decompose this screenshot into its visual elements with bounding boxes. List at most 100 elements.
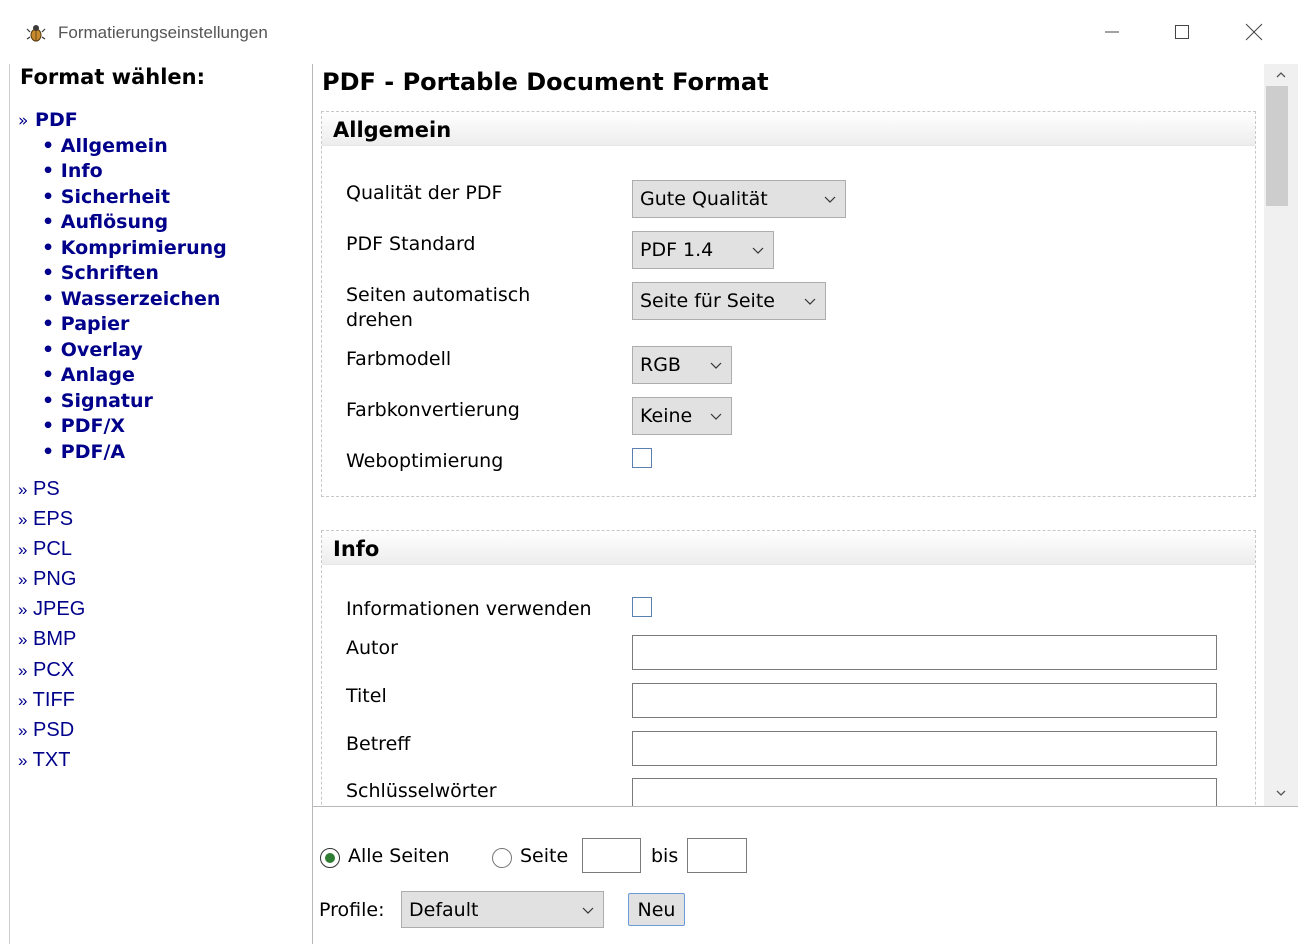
section-title: Info [333,537,380,561]
chevron-down-icon [752,247,764,254]
sidebar-heading: Format wählen: [20,65,205,89]
sidebar-subitem-aufloesung[interactable]: • Auflösung [42,211,168,233]
format-sidebar: Format wählen: » PDF • Allgemein • Info … [10,64,312,944]
rotate-label-line1: Seiten automatisch [346,284,531,306]
raquo-icon: » [18,630,28,649]
sidebar-item-png[interactable]: » PNG [18,568,76,591]
page-range-radio[interactable] [492,848,512,868]
sidebar-item-txt[interactable]: » TXT [18,749,70,772]
select-value: Gute Qualität [640,188,768,210]
color-conv-select[interactable]: Keine [632,397,732,435]
raquo-icon: » [18,111,29,131]
chevron-down-icon [710,362,722,369]
sidebar-item-label: PDF [35,109,78,131]
rotate-select[interactable]: Seite für Seite [632,282,826,320]
page-from-input[interactable] [582,838,641,873]
author-input[interactable] [632,635,1217,670]
section-allgemein: Allgemein Qualität der PDF Gute Qualität… [321,111,1256,497]
use-info-checkbox[interactable] [632,597,652,617]
chevron-down-icon [582,907,594,914]
sidebar-subitem-info[interactable]: • Info [42,160,103,182]
raquo-icon: » [18,691,28,710]
author-label: Autor [346,637,398,659]
color-conv-label: Farbkonvertierung [346,399,520,421]
sidebar-item-ps[interactable]: » PS [18,478,60,501]
bullet-dot-icon: • [42,339,55,361]
sidebar-subitem-allgemein[interactable]: • Allgemein [42,135,168,157]
raquo-icon: » [18,480,28,499]
settings-content[interactable]: PDF - Portable Document Format Allgemein… [313,64,1264,806]
minimize-button[interactable] [1092,12,1132,52]
raquo-icon: » [18,721,28,740]
title-input[interactable] [632,683,1217,718]
select-value: PDF 1.4 [640,239,714,261]
sidebar-subitem-pdfx[interactable]: • PDF/X [42,415,125,437]
scroll-up-button[interactable] [1264,64,1298,86]
sidebar-subitem-signatur[interactable]: • Signatur [42,390,153,412]
page-title: PDF - Portable Document Format [322,68,769,96]
sidebar-subitem-sicherheit[interactable]: • Sicherheit [42,186,170,208]
subject-input[interactable] [632,731,1217,766]
bullet-dot-icon: • [42,390,55,412]
select-value: Default [409,898,479,921]
sidebar-subitem-komprimierung[interactable]: • Komprimierung [42,237,227,259]
standard-label: PDF Standard [346,233,476,255]
chevron-up-icon [1276,72,1286,78]
quality-label: Qualität der PDF [346,182,503,204]
section-info: Info Informationen verwenden Autor Titel… [321,530,1256,806]
scroll-down-button[interactable] [1264,782,1298,804]
rotate-label-line2: drehen [346,309,413,331]
select-value: Keine [640,405,693,427]
sidebar-item-bmp[interactable]: » BMP [18,628,76,651]
page-label: Seite [520,845,569,867]
sidebar-subitem-papier[interactable]: • Papier [42,313,129,335]
sidebar-item-pdf[interactable]: » PDF [18,109,78,131]
profile-label: Profile: [319,899,385,921]
to-label: bis [651,845,679,867]
chevron-down-icon [1276,790,1286,796]
section-title: Allgemein [333,118,452,142]
sidebar-item-pcx[interactable]: » PCX [18,659,74,682]
keywords-input[interactable] [632,778,1217,806]
select-value: Seite für Seite [640,290,775,312]
sidebar-subitem-overlay[interactable]: • Overlay [42,339,143,361]
raquo-icon: » [18,661,28,680]
quality-select[interactable]: Gute Qualität [632,180,846,218]
maximize-icon [1175,25,1189,39]
bullet-dot-icon: • [42,364,55,386]
window-title: Formatierungseinstellungen [58,23,268,42]
maximize-button[interactable] [1162,12,1202,52]
bullet-dot-icon: • [42,211,55,233]
sidebar-item-tiff[interactable]: » TIFF [18,689,75,712]
sidebar-subitem-anlage[interactable]: • Anlage [42,364,135,386]
raquo-icon: » [18,600,28,619]
close-button[interactable] [1234,12,1274,52]
bullet-dot-icon: • [42,160,55,182]
page-to-input[interactable] [687,838,747,873]
bullet-dot-icon: • [42,186,55,208]
sidebar-item-eps[interactable]: » EPS [18,508,73,531]
sidebar-item-pcl[interactable]: » PCL [18,538,72,561]
sidebar-subitem-pdfa[interactable]: • PDF/A [42,441,125,463]
web-opt-label: Weboptimierung [346,450,504,472]
scrollbar-thumb[interactable] [1266,86,1288,206]
title-label: Titel [346,685,387,707]
profile-select[interactable]: Default [401,891,604,928]
bullet-dot-icon: • [42,313,55,335]
all-pages-label: Alle Seiten [348,845,450,867]
section-header: Allgemein [322,112,1255,146]
new-profile-button[interactable]: Neu [628,893,685,926]
sidebar-subitem-schriften[interactable]: • Schriften [42,262,159,284]
bullet-dot-icon: • [42,441,55,463]
minimize-icon [1105,31,1119,33]
color-model-select[interactable]: RGB [632,346,732,384]
sidebar-subitem-wasserzeichen[interactable]: • Wasserzeichen [42,288,220,310]
web-opt-checkbox[interactable] [632,448,652,468]
section-header: Info [322,531,1255,565]
vertical-scrollbar[interactable] [1264,64,1298,806]
sidebar-item-jpeg[interactable]: » JPEG [18,598,85,621]
all-pages-radio[interactable] [320,848,340,868]
color-model-label: Farbmodell [346,348,452,370]
standard-select[interactable]: PDF 1.4 [632,231,774,269]
sidebar-item-psd[interactable]: » PSD [18,719,74,742]
